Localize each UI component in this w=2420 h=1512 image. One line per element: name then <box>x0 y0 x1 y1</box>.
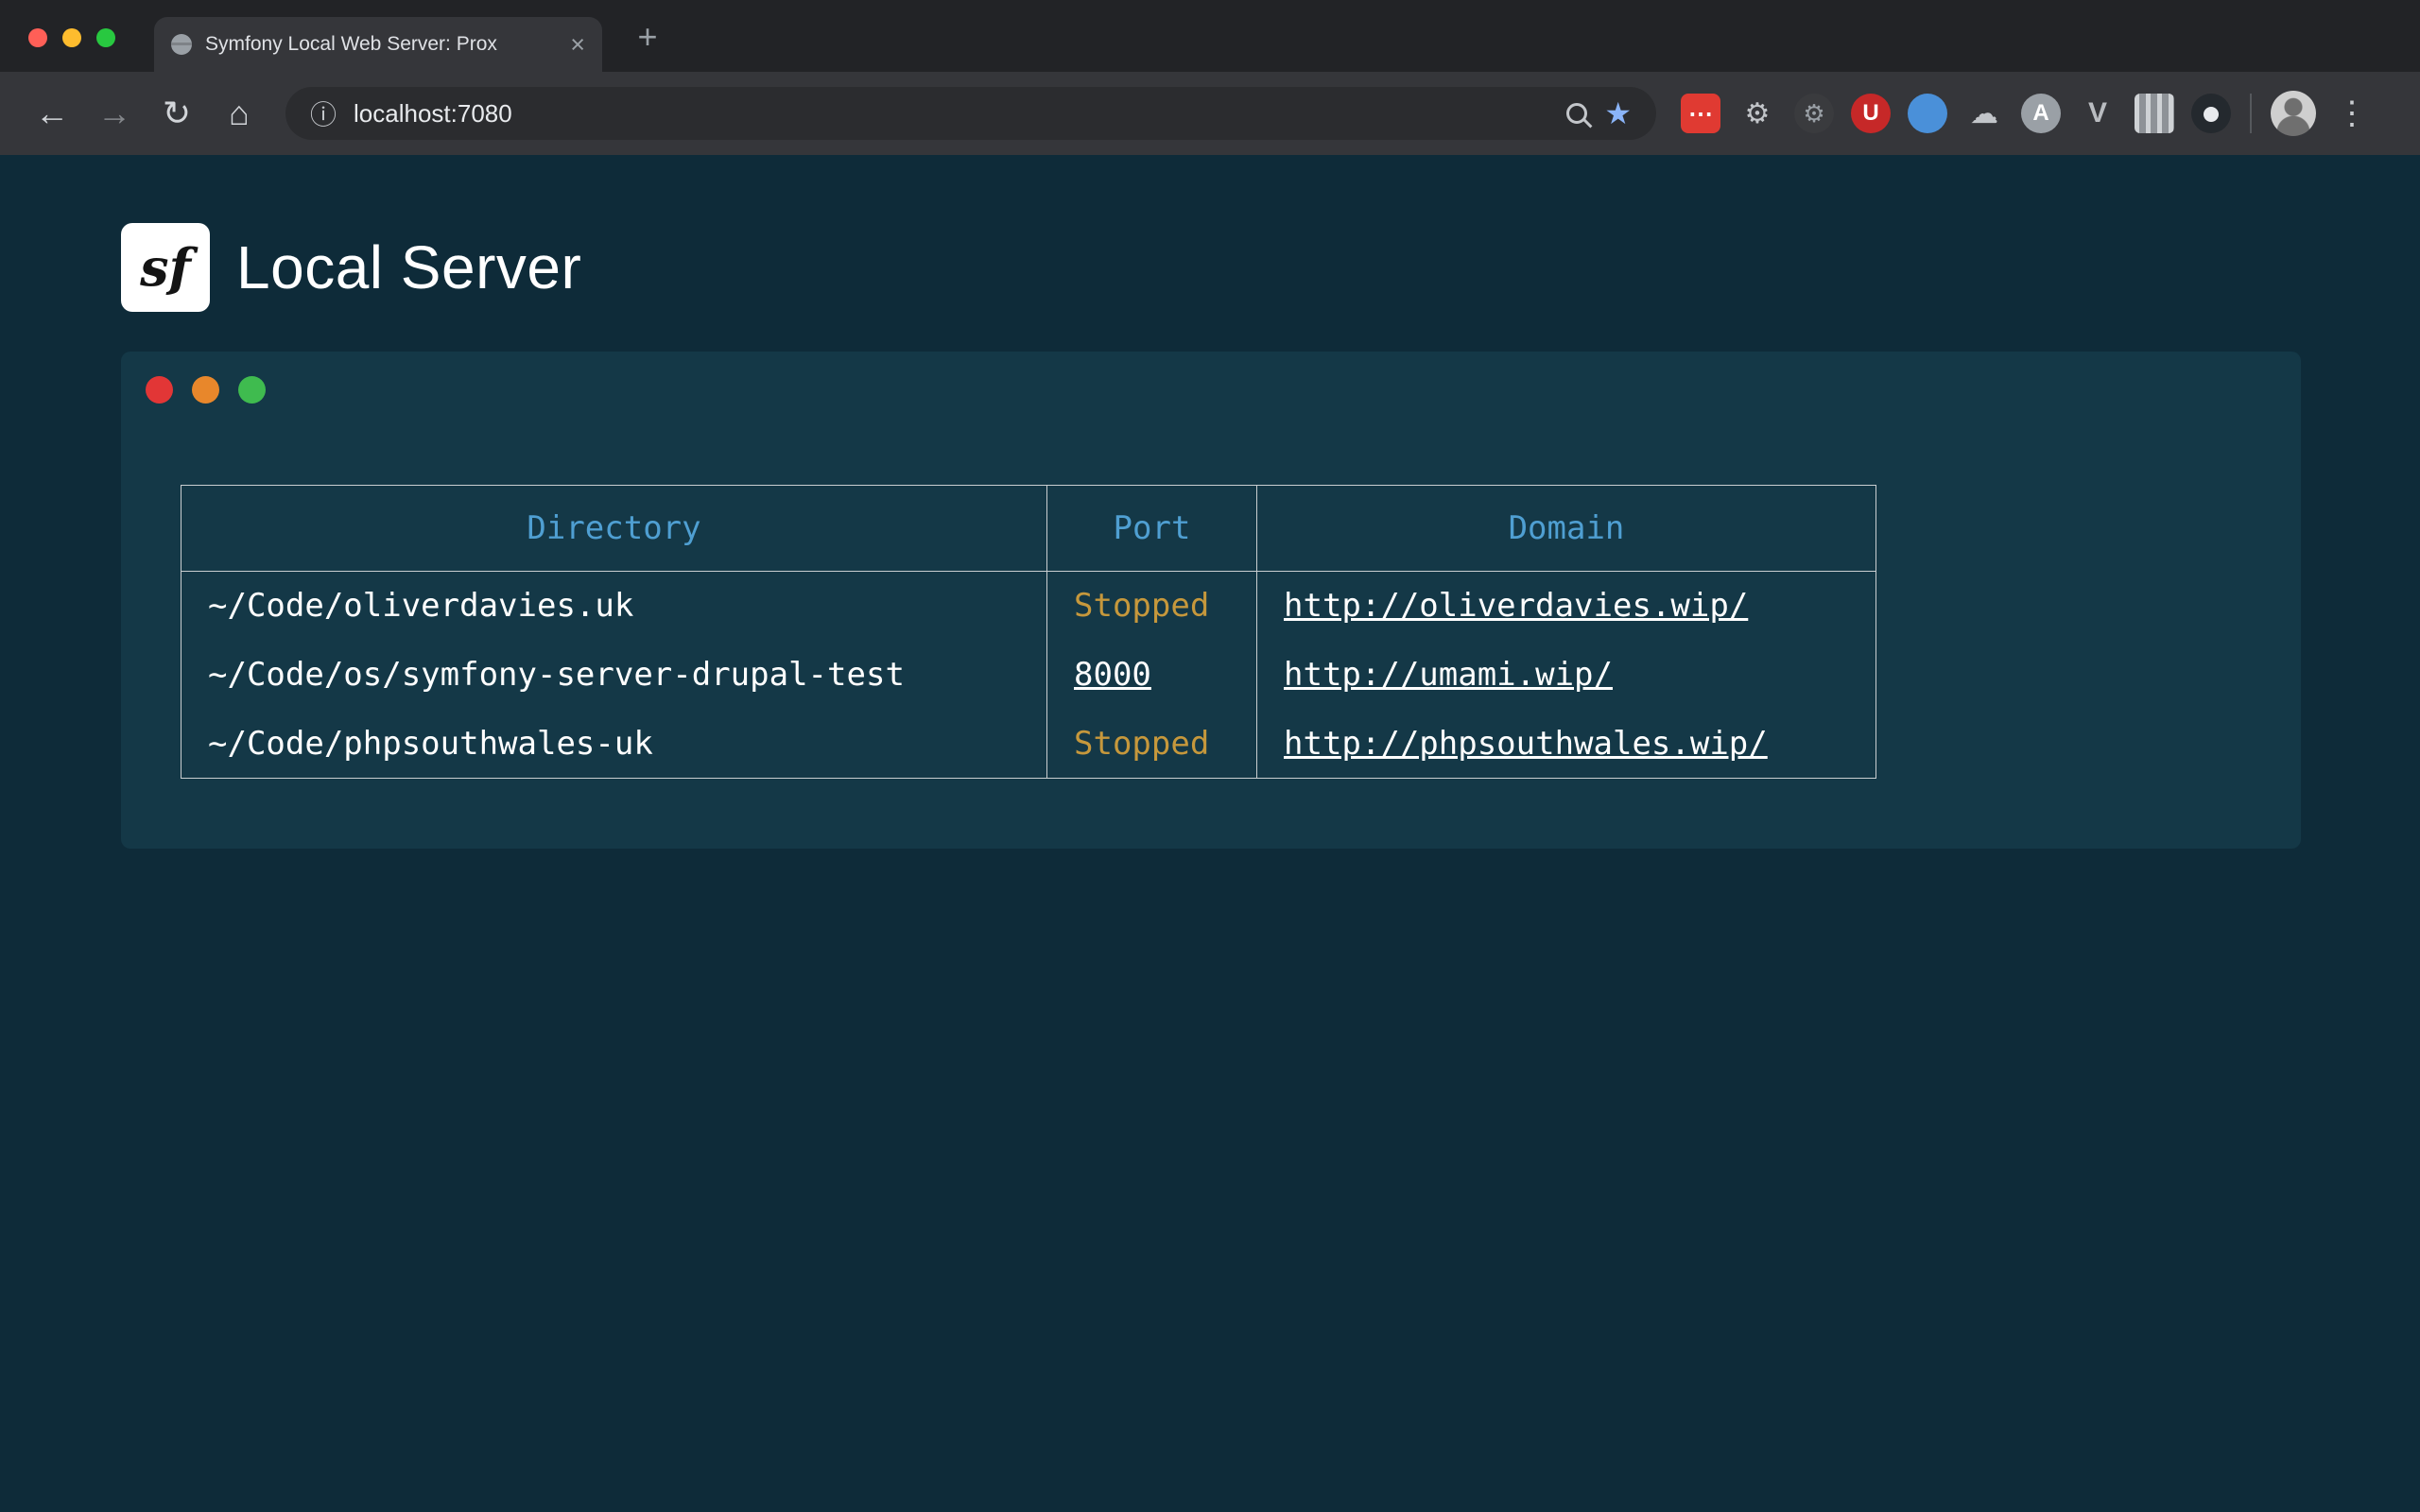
page-title: Local Server <box>236 232 581 302</box>
extension-gear-icon[interactable]: ⚙ <box>1737 94 1777 133</box>
status-stopped: Stopped <box>1074 587 1209 625</box>
forward-button[interactable]: → <box>87 86 142 141</box>
brand-header: sf Local Server <box>121 223 2420 312</box>
extension-v-icon[interactable]: V <box>2078 94 2118 133</box>
extension-red-dots-icon[interactable]: ⋯ <box>1681 94 1720 133</box>
symfony-logo: sf <box>121 223 210 312</box>
window-close-button[interactable] <box>28 28 47 47</box>
port-cell: 8000 <box>1047 641 1257 710</box>
page-info-icon[interactable]: ⓘ <box>310 94 337 132</box>
extensions-area: ⋯ ⚙ ⚙ U ☁ A V <box>1681 94 2231 133</box>
bookmark-star-icon[interactable]: ★ <box>1604 98 1632 129</box>
browser-tab[interactable]: Symfony Local Web Server: Prox × <box>154 17 602 72</box>
orange-dot-icon <box>192 376 219 404</box>
url-text[interactable]: localhost:7080 <box>354 99 1549 129</box>
directory-cell: ~/Code/os/symfony-server-drupal-test <box>182 641 1047 710</box>
toolbar-divider <box>2250 94 2252 133</box>
new-tab-button[interactable]: + <box>626 15 669 59</box>
extension-red-u-icon[interactable]: U <box>1851 94 1891 133</box>
server-card: Directory Port Domain ~/Code/oliverdavie… <box>121 352 2301 849</box>
address-bar[interactable]: ⓘ localhost:7080 ★ <box>285 87 1656 140</box>
browser-toolbar: ← → ↻ ⌂ ⓘ localhost:7080 ★ ⋯ ⚙ ⚙ U ☁ A V… <box>0 72 2420 155</box>
domain-cell: http://umami.wip/ <box>1257 641 1876 710</box>
domain-link[interactable]: http://phpsouthwales.wip/ <box>1284 725 1768 763</box>
red-dot-icon <box>146 376 173 404</box>
tab-close-icon[interactable]: × <box>570 32 585 58</box>
home-button[interactable]: ⌂ <box>212 86 267 141</box>
extension-dark-circle-icon[interactable] <box>2191 94 2231 133</box>
port-cell: Stopped <box>1047 572 1257 641</box>
port-cell: Stopped <box>1047 710 1257 779</box>
page-content: sf Local Server Directory Port Domain <box>0 155 2420 1512</box>
domain-link[interactable]: http://umami.wip/ <box>1284 656 1613 694</box>
extension-dark-gear-icon[interactable]: ⚙ <box>1794 94 1834 133</box>
favicon-globe-icon <box>171 34 192 55</box>
green-dot-icon <box>238 376 266 404</box>
extension-a-icon[interactable]: A <box>2021 94 2061 133</box>
tab-title: Symfony Local Web Server: Prox <box>205 33 557 56</box>
extension-gray-square-icon[interactable] <box>2135 94 2174 133</box>
extension-blue-circle-icon[interactable] <box>1908 94 1947 133</box>
domain-cell: http://oliverdavies.wip/ <box>1257 572 1876 641</box>
table-header-row: Directory Port Domain <box>182 486 1876 572</box>
column-header-domain: Domain <box>1257 486 1876 572</box>
directory-cell: ~/Code/phpsouthwales-uk <box>182 710 1047 779</box>
table-row: ~/Code/oliverdavies.uk Stopped http://ol… <box>182 572 1876 641</box>
table-row: ~/Code/phpsouthwales-uk Stopped http://p… <box>182 710 1876 779</box>
servers-table: Directory Port Domain ~/Code/oliverdavie… <box>181 485 1876 779</box>
zoom-icon[interactable] <box>1566 103 1587 124</box>
window-controls <box>28 28 115 47</box>
column-header-port: Port <box>1047 486 1257 572</box>
window-maximize-button[interactable] <box>96 28 115 47</box>
tab-strip: Symfony Local Web Server: Prox × + <box>0 0 2420 72</box>
column-header-directory: Directory <box>182 486 1047 572</box>
extension-cloud-icon[interactable]: ☁ <box>1964 94 2004 133</box>
card-window-dots <box>146 376 2301 404</box>
window-minimize-button[interactable] <box>62 28 81 47</box>
browser-window: Symfony Local Web Server: Prox × + ← → ↻… <box>0 0 2420 1512</box>
reload-button[interactable]: ↻ <box>149 86 204 141</box>
profile-avatar[interactable] <box>2271 91 2316 136</box>
domain-link[interactable]: http://oliverdavies.wip/ <box>1284 587 1748 625</box>
browser-menu-icon[interactable]: ⋮ <box>2333 94 2371 132</box>
port-link[interactable]: 8000 <box>1074 656 1151 694</box>
directory-cell: ~/Code/oliverdavies.uk <box>182 572 1047 641</box>
table-row: ~/Code/os/symfony-server-drupal-test 800… <box>182 641 1876 710</box>
domain-cell: http://phpsouthwales.wip/ <box>1257 710 1876 779</box>
back-button[interactable]: ← <box>25 86 79 141</box>
status-stopped: Stopped <box>1074 725 1209 763</box>
